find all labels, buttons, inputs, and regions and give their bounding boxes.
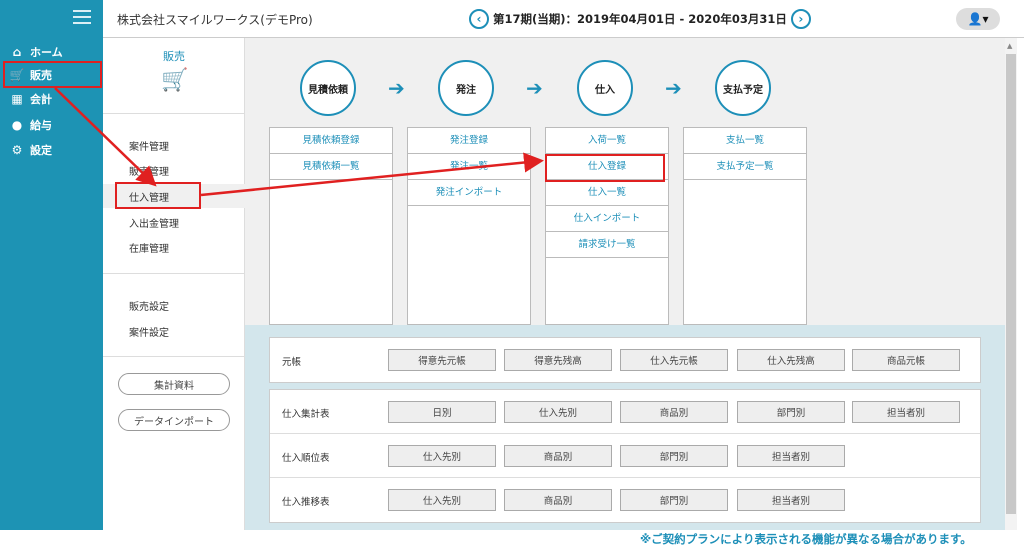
link-payment-list[interactable]: 支払一覧 xyxy=(684,128,806,154)
arrow-right-icon: ➔ xyxy=(526,76,543,100)
ledger-button-supplier[interactable]: 仕入先元帳 xyxy=(620,349,728,371)
report-button[interactable]: 仕入先別 xyxy=(504,401,612,423)
flow-column-payment: 支払一覧 支払予定一覧 xyxy=(683,127,807,325)
row-label: 元帳 xyxy=(282,357,302,368)
report-row-ranking: 仕入順位表 仕入先別 商品別 部門別 担当者別 xyxy=(270,434,980,478)
report-button[interactable]: 担当者別 xyxy=(737,445,845,467)
ledger-button-product[interactable]: 商品元帳 xyxy=(852,349,960,371)
report-button[interactable]: 商品別 xyxy=(620,401,728,423)
link-purchase-list[interactable]: 仕入一覧 xyxy=(546,180,668,206)
subnav-item-project[interactable]: 案件管理 xyxy=(129,138,169,153)
money-bag-icon: ● xyxy=(11,118,23,132)
cart-icon: 🛒 xyxy=(161,68,189,93)
report-button[interactable]: 部門別 xyxy=(620,489,728,511)
highlight-box-purchase xyxy=(115,182,201,209)
flow-step-quote[interactable]: 見積依頼 xyxy=(300,60,356,116)
report-row-trend: 仕入推移表 仕入先別 商品別 部門別 担当者別 xyxy=(270,478,980,522)
calculator-icon: ▦ xyxy=(11,92,23,106)
link-order-import[interactable]: 発注インポート xyxy=(408,180,530,206)
row-label: 仕入集計表 xyxy=(282,409,330,420)
report-button[interactable]: 担当者別 xyxy=(852,401,960,423)
report-button[interactable]: 担当者別 xyxy=(737,489,845,511)
divider xyxy=(103,356,245,357)
flow-column-quote: 見積依頼登録 見積依頼一覧 xyxy=(269,127,393,325)
flow-step-order[interactable]: 発注 xyxy=(438,60,494,116)
report-button[interactable]: 仕入先別 xyxy=(388,445,496,467)
nav-label: ホーム xyxy=(30,46,63,59)
flow-column-order: 発注登録 発注一覧 発注インポート xyxy=(407,127,531,325)
row-label: 仕入順位表 xyxy=(282,453,330,464)
nav-label: 設定 xyxy=(30,144,52,157)
report-button[interactable]: 部門別 xyxy=(737,401,845,423)
link-purchase-import[interactable]: 仕入インポート xyxy=(546,206,668,232)
vertical-scrollbar[interactable]: ▲ xyxy=(1005,38,1017,530)
flow-step-purchase[interactable]: 仕入 xyxy=(577,60,633,116)
scroll-up-icon[interactable]: ▲ xyxy=(1007,42,1012,50)
link-order-list[interactable]: 発注一覧 xyxy=(408,154,530,180)
nav-item-settings[interactable]: ⚙ 設定 xyxy=(8,140,52,160)
link-arrival-list[interactable]: 入荷一覧 xyxy=(546,128,668,154)
highlight-box-purchase-register xyxy=(545,154,665,182)
highlight-box-sales xyxy=(3,61,102,88)
plan-footnote: ※ご契約プランにより表示される機能が異なる場合があります。 xyxy=(640,532,972,546)
subnav-item-cash[interactable]: 入出金管理 xyxy=(129,215,179,230)
arrow-right-icon: ➔ xyxy=(665,76,682,100)
flow-step-payment[interactable]: 支払予定 xyxy=(715,60,771,116)
period-text: 第17期(当期)：2019年04月01日 - 2020年03月31日 xyxy=(493,12,787,26)
link-invoice-received-list[interactable]: 請求受け一覧 xyxy=(546,232,668,258)
report-button[interactable]: 日別 xyxy=(388,401,496,423)
nav-item-home[interactable]: ⌂ ホーム xyxy=(8,42,63,62)
subnav-item-sales-settings[interactable]: 販売設定 xyxy=(129,298,169,313)
ledger-panel: 元帳 得意先元帳 得意先残高 仕入先元帳 仕入先残高 商品元帳 xyxy=(269,337,981,383)
report-button[interactable]: 部門別 xyxy=(620,445,728,467)
company-name: 株式会社スマイルワークス(デモPro) xyxy=(117,13,313,27)
arrow-right-icon: ➔ xyxy=(388,76,405,100)
next-period-button[interactable]: › xyxy=(790,9,811,29)
link-quote-list[interactable]: 見積依頼一覧 xyxy=(270,154,392,180)
report-area: 元帳 得意先元帳 得意先残高 仕入先元帳 仕入先残高 商品元帳 仕入集計表 日別… xyxy=(245,325,1005,530)
divider xyxy=(103,273,245,274)
home-icon: ⌂ xyxy=(12,45,22,59)
sub-sidebar: 販売 🛒 案件管理 販売管理 仕入管理 入出金管理 在庫管理 販売設定 案件設定… xyxy=(103,38,246,530)
main-content: 見積依頼 ➔ 発注 ➔ 仕入 ➔ 支払予定 見積依頼登録 見積依頼一覧 発注登録… xyxy=(245,38,1005,530)
report-button[interactable]: 仕入先別 xyxy=(388,489,496,511)
nav-label: 会計 xyxy=(30,93,52,106)
menu-icon[interactable] xyxy=(73,10,91,24)
fiscal-period: ‹ 第17期(当期)：2019年04月01日 - 2020年03月31日 › xyxy=(469,9,811,29)
report-button[interactable]: 集計資料 xyxy=(118,373,230,395)
report-panel: 仕入集計表 日別 仕入先別 商品別 部門別 担当者別 仕入順位表 仕入先別 商品… xyxy=(269,389,981,523)
report-row-summary: 仕入集計表 日別 仕入先別 商品別 部門別 担当者別 xyxy=(270,390,980,434)
user-menu-button[interactable]: 👤▾ xyxy=(956,8,1000,30)
scrollbar-thumb[interactable] xyxy=(1006,54,1016,514)
ledger-button-customer[interactable]: 得意先元帳 xyxy=(388,349,496,371)
nav-item-payroll[interactable]: ● 給与 xyxy=(8,115,52,135)
subnav-item-inventory[interactable]: 在庫管理 xyxy=(129,240,169,255)
report-button[interactable]: 商品別 xyxy=(504,489,612,511)
top-header: 株式会社スマイルワークス(デモPro) ‹ 第17期(当期)：2019年04月0… xyxy=(103,0,1024,38)
gear-icon: ⚙ xyxy=(11,143,23,157)
data-import-button[interactable]: データインポート xyxy=(118,409,230,431)
main-sidebar: ⌂ ホーム 🛒 販売 ▦ 会計 ● 給与 ⚙ 設定 xyxy=(0,0,103,530)
ledger-button-customer-balance[interactable]: 得意先残高 xyxy=(504,349,612,371)
report-button[interactable]: 商品別 xyxy=(504,445,612,467)
ledger-button-supplier-balance[interactable]: 仕入先残高 xyxy=(737,349,845,371)
nav-label: 給与 xyxy=(30,119,52,132)
subnav-item-sales[interactable]: 販売管理 xyxy=(129,163,169,178)
link-payment-schedule-list[interactable]: 支払予定一覧 xyxy=(684,154,806,180)
nav-item-accounting[interactable]: ▦ 会計 xyxy=(8,89,52,109)
row-label: 仕入推移表 xyxy=(282,497,330,508)
link-quote-register[interactable]: 見積依頼登録 xyxy=(270,128,392,154)
divider xyxy=(103,113,245,114)
prev-period-button[interactable]: ‹ xyxy=(469,9,489,29)
sub-sidebar-title: 販売 xyxy=(163,50,185,63)
subnav-item-project-settings[interactable]: 案件設定 xyxy=(129,324,169,339)
ledger-row: 元帳 得意先元帳 得意先残高 仕入先元帳 仕入先残高 商品元帳 xyxy=(270,338,980,382)
link-order-register[interactable]: 発注登録 xyxy=(408,128,530,154)
